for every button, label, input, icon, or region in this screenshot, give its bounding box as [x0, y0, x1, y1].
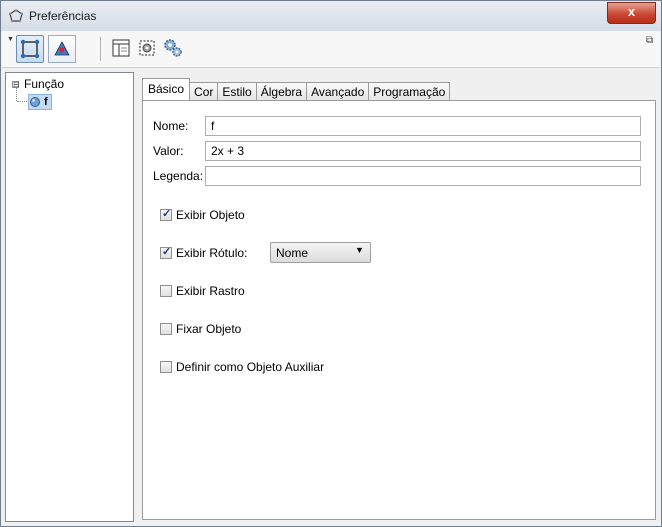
show-trace-option[interactable]: Exibir Rastro — [160, 283, 245, 299]
close-button[interactable]: x — [607, 2, 656, 24]
title-bar[interactable]: Preferências x — [1, 1, 661, 31]
restore-icon[interactable]: ⧉ — [646, 35, 653, 46]
advanced-button[interactable] — [160, 35, 188, 63]
show-label-checkbox[interactable] — [160, 245, 172, 259]
graphics-view-icon — [54, 41, 70, 56]
show-trace-checkbox[interactable] — [160, 285, 172, 297]
tab-basic[interactable]: Básico — [142, 78, 191, 100]
toolbar-menu-arrow-icon[interactable]: ▼ — [7, 36, 14, 43]
tree-item-label: f — [44, 96, 48, 108]
selection-rectangle-button[interactable] — [16, 35, 44, 63]
label-mode-value: Nome — [276, 246, 309, 260]
name-input[interactable]: f — [205, 116, 641, 136]
show-object-checkbox[interactable] — [160, 207, 172, 221]
value-row: Valor: — [153, 141, 183, 161]
caption-row: Legenda: — [153, 166, 203, 186]
tree-node-label: Função — [24, 77, 65, 91]
label-mode-select[interactable]: Nome ▼ — [270, 242, 371, 263]
dropdown-arrow-icon: ▼ — [355, 245, 364, 255]
fix-object-option[interactable]: Fixar Objeto — [160, 321, 241, 337]
toolbar: ▼ ⧉ — [2, 31, 660, 68]
tree-item-f[interactable]: f — [28, 94, 52, 110]
object-tree: ⊟ Função f — [5, 72, 134, 522]
auxiliary-object-option[interactable]: Definir como Objeto Auxiliar — [160, 359, 324, 375]
show-label-label: Exibir Rótulo: — [176, 246, 248, 260]
defaults-button[interactable] — [134, 35, 162, 63]
value-input[interactable]: 2x + 3 — [205, 141, 641, 161]
fix-object-checkbox[interactable] — [160, 323, 172, 335]
auxiliary-object-checkbox[interactable] — [160, 361, 172, 373]
properties-panel: Básico Cor Estilo Álgebra Avançado Progr… — [140, 72, 658, 520]
layout-button[interactable] — [108, 35, 136, 63]
graphics-view-button[interactable] — [48, 35, 76, 63]
show-label-option[interactable]: Exibir Rótulo: Nome ▼ — [160, 242, 380, 263]
tab-style[interactable]: Estilo — [217, 82, 257, 100]
basic-tab-content: Nome: f Valor: 2x + 3 Legenda: Exibir Ob… — [142, 100, 656, 520]
tab-bar: Básico Cor Estilo Álgebra Avançado Progr… — [142, 78, 451, 100]
window-title: Preferências — [29, 9, 97, 23]
toolbar-separator — [100, 37, 101, 61]
preferences-window: Preferências x ▼ ⧉ ⊟ Função f Básico Cor… — [0, 0, 662, 527]
defaults-icon — [139, 40, 155, 56]
layout-icon — [112, 39, 130, 57]
tree-connector — [16, 87, 17, 101]
value-label: Valor: — [153, 144, 184, 158]
show-object-option[interactable]: Exibir Objeto — [160, 207, 245, 223]
tab-color[interactable]: Cor — [189, 82, 219, 100]
tab-advanced[interactable]: Avançado — [306, 82, 370, 100]
name-label: Nome: — [153, 119, 189, 133]
tree-connector — [17, 101, 27, 102]
fix-object-label: Fixar Objeto — [176, 322, 242, 336]
selection-rectangle-icon — [20, 39, 40, 59]
name-row: Nome: — [153, 116, 188, 136]
auxiliary-object-label: Definir como Objeto Auxiliar — [176, 360, 325, 374]
object-sphere-icon — [30, 97, 40, 107]
tab-algebra[interactable]: Álgebra — [255, 82, 308, 100]
caption-input[interactable] — [205, 166, 641, 186]
caption-label: Legenda: — [153, 169, 204, 183]
tree-node-function[interactable]: ⊟ Função — [12, 77, 64, 91]
tab-scripting[interactable]: Programação — [368, 82, 451, 100]
show-object-label: Exibir Objeto — [176, 208, 245, 222]
app-icon — [9, 9, 23, 23]
show-trace-label: Exibir Rastro — [176, 284, 245, 298]
advanced-gears-icon — [164, 39, 182, 57]
close-icon: x — [627, 4, 636, 19]
